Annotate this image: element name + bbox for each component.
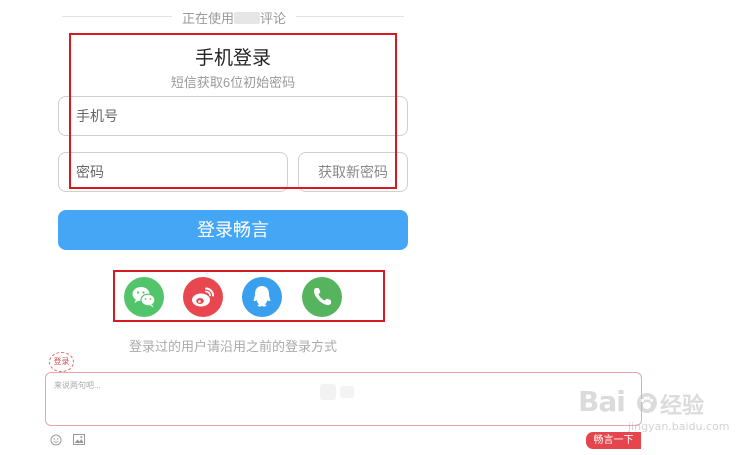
login-submit-button[interactable]: 登录畅言 bbox=[58, 210, 408, 250]
comment-submit-button[interactable]: 畅言一下 bbox=[586, 432, 641, 449]
comment-input[interactable] bbox=[54, 381, 354, 390]
header-text: 正在使用 评论 bbox=[178, 8, 290, 27]
blurred-brand bbox=[234, 12, 260, 24]
social-highlight-box bbox=[113, 270, 385, 322]
login-highlight-box bbox=[69, 33, 397, 189]
login-badge[interactable]: 登录 bbox=[49, 352, 74, 372]
header-prefix: 正在使用 bbox=[181, 11, 234, 26]
header-divider-right bbox=[296, 16, 404, 17]
image-icon[interactable] bbox=[73, 434, 85, 445]
watermark-brand: Bai bbox=[578, 385, 626, 418]
watermark-url: jingyan.baidu.com bbox=[628, 420, 730, 433]
watermark-brand-cn: 经验 bbox=[660, 394, 705, 419]
faint-logo-icon bbox=[320, 384, 354, 400]
header-suffix: 评论 bbox=[260, 11, 287, 26]
baidu-paw-icon bbox=[637, 393, 657, 413]
header-divider-left bbox=[62, 16, 172, 17]
comment-header: 正在使用 评论 bbox=[62, 6, 404, 26]
emoji-icon[interactable] bbox=[50, 434, 62, 446]
login-hint: 登录过的用户请沿用之前的登录方式 bbox=[128, 339, 337, 354]
